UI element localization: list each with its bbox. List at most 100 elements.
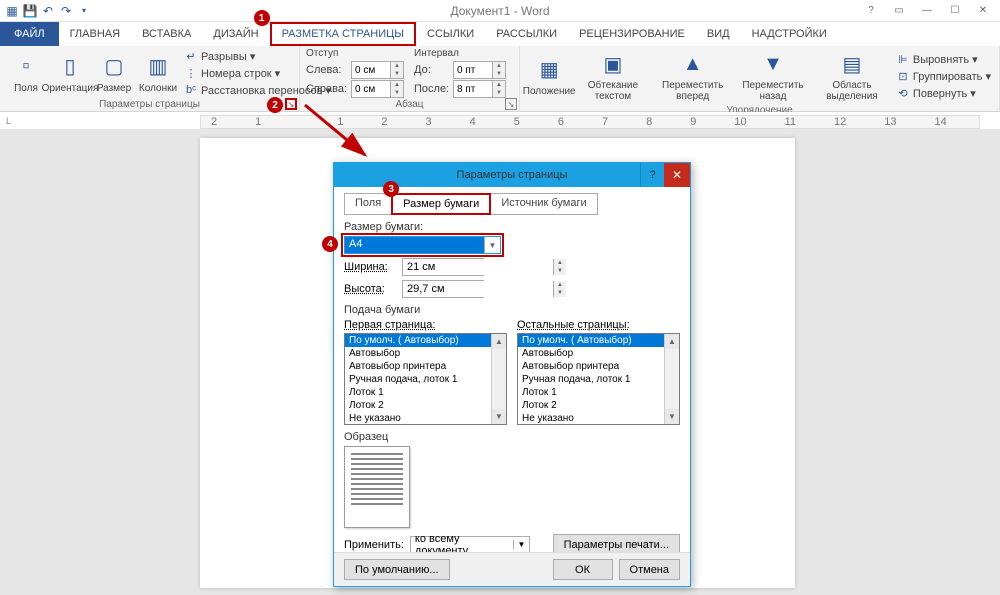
margins-button[interactable]: ▫Поля [6, 51, 46, 96]
rotate-icon: ⟲ [896, 86, 910, 100]
list-item[interactable]: Лоток 2 [518, 399, 679, 412]
list-item[interactable]: Автовыбор [345, 347, 506, 360]
rotate-button[interactable]: ⟲Повернуть ▾ [894, 85, 993, 101]
first-page-listbox[interactable]: По умолч. ( Автовыбор)АвтовыборАвтовыбор… [344, 333, 507, 425]
list-item[interactable]: Ручная подача, лоток 1 [518, 373, 679, 386]
paper-size-combo[interactable]: A4 ▼ [344, 236, 501, 254]
columns-icon: ▥ [144, 53, 172, 81]
window-controls: ? ▭ — ☐ ✕ [858, 3, 1000, 19]
paragraph-launcher[interactable]: ↘ [505, 98, 517, 110]
ruler-area: L 2112345678910111213141516 [0, 112, 1000, 130]
dialog-tab-source[interactable]: Источник бумаги [490, 193, 597, 215]
backward-icon: ▼ [759, 50, 787, 78]
tab-insert[interactable]: ВСТАВКА [131, 22, 202, 46]
dialog-tab-margins[interactable]: Поля [344, 193, 392, 215]
breaks-icon: ↵ [184, 49, 198, 63]
wrap-button[interactable]: ▣Обтекание текстом [576, 48, 649, 104]
width-input[interactable]: ▲▼ [402, 258, 484, 276]
dialog-tabs: Поля Размер бумаги 3 Источник бумаги [344, 193, 680, 215]
window-title: Документ1 - Word [450, 4, 549, 18]
qat-more-icon[interactable]: ▾ [76, 3, 92, 19]
scrollbar[interactable]: ▲▼ [664, 334, 679, 424]
left-label: Слева: [306, 64, 348, 76]
tab-view[interactable]: ВИД [696, 22, 741, 46]
tab-addins[interactable]: НАДСТРОЙКИ [741, 22, 838, 46]
orientation-button[interactable]: ▯Ориентация [50, 51, 90, 96]
list-item[interactable]: Лоток 1 [345, 386, 506, 399]
tab-layout[interactable]: РАЗМЕТКА СТРАНИЦЫ 1 [270, 22, 416, 46]
cancel-button[interactable]: Отмена [619, 559, 680, 580]
forward-icon: ▲ [679, 50, 707, 78]
group-icon: ⊡ [896, 69, 910, 83]
line-numbers-icon: ⋮ [184, 66, 198, 80]
tab-references[interactable]: ССЫЛКИ [416, 22, 485, 46]
page-setup-launcher[interactable]: ↘ [285, 98, 297, 110]
list-item[interactable]: Лоток 1 [518, 386, 679, 399]
tab-home[interactable]: ГЛАВНАЯ [59, 22, 131, 46]
save-icon[interactable]: 💾 [22, 3, 38, 19]
close-icon[interactable]: ✕ [970, 3, 996, 19]
list-item[interactable]: По умолч. ( Автовыбор) [518, 334, 679, 347]
forward-button[interactable]: ▲Переместить вперед [653, 48, 732, 104]
hyphenation-icon: bᶜ [184, 83, 198, 97]
redo-icon[interactable]: ↷ [58, 3, 74, 19]
spacing-after-input[interactable]: ▲▼ [453, 80, 506, 98]
wrap-icon: ▣ [599, 50, 627, 78]
orientation-icon: ▯ [56, 53, 84, 81]
columns-button[interactable]: ▥Колонки [138, 51, 178, 96]
default-button[interactable]: По умолчанию... [344, 559, 450, 580]
chevron-down-icon[interactable]: ▼ [484, 237, 500, 253]
list-item[interactable]: Не указано [345, 412, 506, 425]
help-icon[interactable]: ? [858, 3, 884, 19]
indent-right-input[interactable]: ▲▼ [351, 80, 404, 98]
list-item[interactable]: Ручная подача, лоток 1 [345, 373, 506, 386]
dialog-footer: По умолчанию... ОК Отмена [334, 552, 690, 586]
group-button[interactable]: ⊡Группировать ▾ [894, 68, 993, 84]
align-icon: ⊫ [896, 52, 910, 66]
apply-to-select[interactable]: ко всему документу ▼ [410, 536, 530, 554]
minimize-icon[interactable]: — [914, 3, 940, 19]
titlebar: ▦ 💾 ↶ ↷ ▾ Документ1 - Word ? ▭ — ☐ ✕ [0, 0, 1000, 22]
list-item[interactable]: По умолч. ( Автовыбор) [345, 334, 506, 347]
position-button[interactable]: ▦Положение [526, 54, 572, 99]
quick-access-toolbar: ▦ 💾 ↶ ↷ ▾ [0, 3, 92, 19]
height-input[interactable]: ▲▼ [402, 280, 484, 298]
before-label: До: [414, 64, 450, 76]
callout-2: 2 [267, 97, 283, 113]
list-item[interactable]: Автовыбор принтера [345, 360, 506, 373]
tab-mailings[interactable]: РАССЫЛКИ [485, 22, 568, 46]
list-item[interactable]: Не указано [518, 412, 679, 425]
dialog-close-button[interactable]: ✕ [664, 163, 690, 187]
tab-review[interactable]: РЕЦЕНЗИРОВАНИЕ [568, 22, 696, 46]
page-setup-dialog: Параметры страницы ? ✕ Поля Размер бумаг… [333, 162, 691, 587]
list-item[interactable]: Лоток 2 [345, 399, 506, 412]
selection-button[interactable]: ▤Область выделения [814, 48, 890, 104]
scrollbar[interactable]: ▲▼ [491, 334, 506, 424]
ok-button[interactable]: ОК [553, 559, 613, 580]
other-pages-listbox[interactable]: По умолч. ( Автовыбор)АвтовыборАвтовыбор… [517, 333, 680, 425]
maximize-icon[interactable]: ☐ [942, 3, 968, 19]
list-item[interactable]: Автовыбор [518, 347, 679, 360]
backward-button[interactable]: ▼Переместить назад [736, 48, 810, 104]
tab-file[interactable]: ФАЙЛ [0, 22, 59, 46]
dialog-tab-paper[interactable]: Размер бумаги 3 [391, 193, 491, 215]
dialog-help-button[interactable]: ? [640, 163, 664, 187]
group-paragraph-label: Абзац [306, 98, 513, 112]
size-button[interactable]: ▢Размер [94, 51, 134, 96]
callout-3: 3 [383, 181, 399, 197]
group-page-setup: ▫Поля ▯Ориентация ▢Размер ▥Колонки ↵Разр… [0, 46, 300, 111]
horizontal-ruler[interactable]: 2112345678910111213141516 [200, 115, 980, 129]
list-item[interactable]: Автовыбор принтера [518, 360, 679, 373]
align-button[interactable]: ⊫Выровнять ▾ [894, 51, 993, 67]
ribbon: ▫Поля ▯Ориентация ▢Размер ▥Колонки ↵Разр… [0, 46, 1000, 112]
tab-layout-label: РАЗМЕТКА СТРАНИЦЫ [282, 28, 404, 40]
undo-icon[interactable]: ↶ [40, 3, 56, 19]
callout-4: 4 [322, 236, 338, 252]
feed-label: Подача бумаги [344, 304, 680, 316]
preview-thumbnail [344, 446, 410, 528]
ribbon-options-icon[interactable]: ▭ [886, 3, 912, 19]
spacing-before-input[interactable]: ▲▼ [453, 61, 506, 79]
chevron-down-icon[interactable]: ▼ [513, 540, 529, 549]
indent-left-input[interactable]: ▲▼ [351, 61, 404, 79]
apply-label: Применить: [344, 539, 404, 551]
